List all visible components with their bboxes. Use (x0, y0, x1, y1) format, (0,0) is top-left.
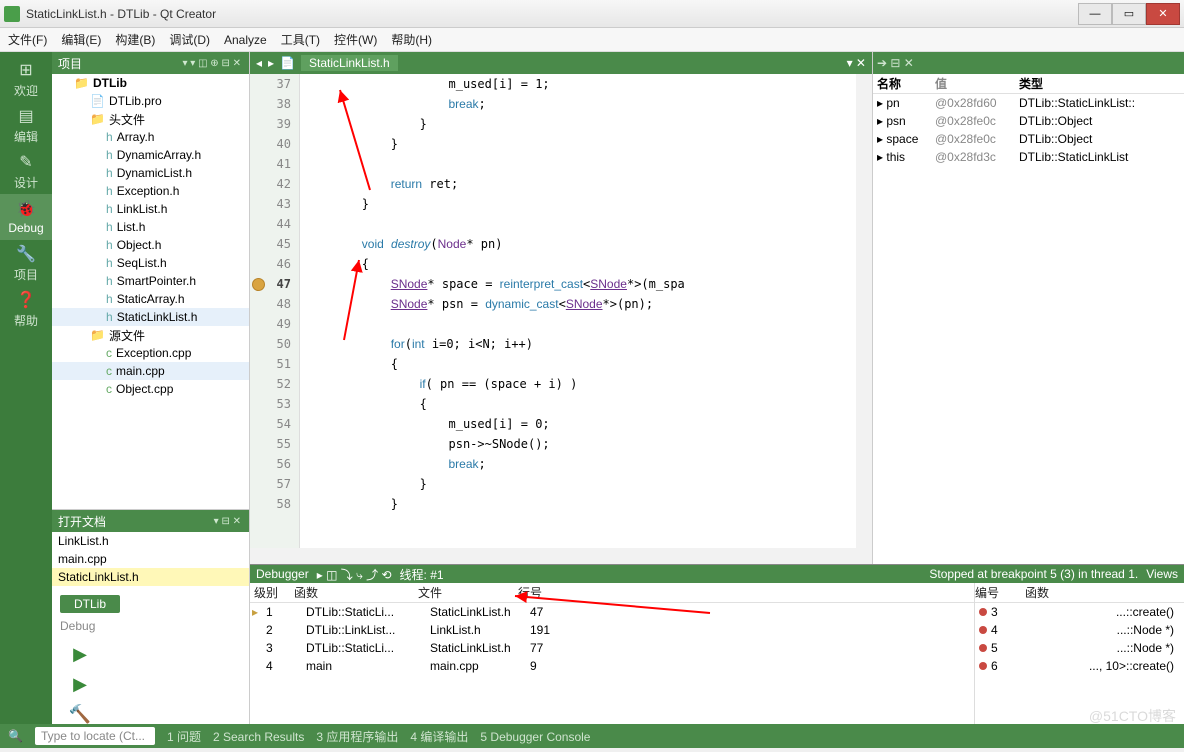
local-var[interactable]: ▸ pn@0x28fd60DTLib::StaticLinkList:: (873, 94, 1184, 112)
menu-item[interactable]: 文件(F) (8, 31, 47, 48)
rail-项目[interactable]: 🔧项目 (0, 240, 52, 286)
views-label[interactable]: Views (1146, 567, 1178, 581)
stack-frame[interactable]: 3DTLib::StaticLi...StaticLinkList.h77 (262, 639, 974, 657)
rail-设计[interactable]: ✎设计 (0, 148, 52, 194)
debug-controls-icon[interactable]: ▸ ◫ ⤵ ⤷ ⤴ ⟲ (317, 566, 392, 583)
debug-status: Stopped at breakpoint 5 (3) in thread 1. (929, 567, 1138, 581)
tree-item[interactable]: hStaticArray.h (52, 290, 249, 308)
openfiles-label: 打开文档 (58, 513, 106, 530)
stack-frame[interactable]: 4mainmain.cpp9 (262, 657, 974, 675)
openfile-item[interactable]: main.cpp (52, 550, 249, 568)
menu-item[interactable]: 控件(W) (334, 31, 377, 48)
tree-item[interactable]: cmain.cpp (52, 362, 249, 380)
status-tab[interactable]: 5 Debugger Console (480, 730, 590, 744)
project-selector[interactable]: DTLib (52, 592, 249, 616)
editor-area: ◂ ▸ 📄 StaticLinkList.h ▾ ✕ 3738394041424… (250, 52, 1184, 724)
locals-panel[interactable]: ➔ ⊟ ✕ 名称 值 类型 ▸ pn@0x28fd60DTLib::Static… (872, 52, 1184, 564)
split-icon[interactable]: ▾ ✕ (847, 56, 866, 70)
editor-filename[interactable]: StaticLinkList.h (301, 55, 398, 71)
stack-frame[interactable]: 2DTLib::LinkList...LinkList.h191 (262, 621, 974, 639)
tree-item[interactable]: 📁头文件 (52, 110, 249, 128)
editor-tab-bar[interactable]: ◂ ▸ 📄 StaticLinkList.h ▾ ✕ (250, 52, 872, 74)
status-tab[interactable]: 4 编译输出 (410, 730, 468, 744)
tree-item[interactable]: hStaticLinkList.h (52, 308, 249, 326)
locals-toolbar[interactable]: ➔ ⊟ ✕ (873, 52, 1184, 74)
openfiles-header: 打开文档 ▾ ⊟ ✕ (52, 510, 249, 532)
debugger-panel: Debugger ▸ ◫ ⤵ ⤷ ⤴ ⟲ 线程: #1 Stopped at b… (250, 564, 1184, 724)
project-label: 项目 (58, 55, 82, 72)
tree-item[interactable]: hList.h (52, 218, 249, 236)
tree-item[interactable]: hException.h (52, 182, 249, 200)
sidebar: 项目 ▾ ▾ ◫ ⊕ ⊟ ✕ 📁DTLib📄DTLib.pro📁头文件hArra… (52, 52, 250, 724)
filter-icon[interactable]: ▾ ▾ ◫ ⊕ ⊟ ✕ (182, 58, 241, 69)
tree-item[interactable]: cObject.cpp (52, 380, 249, 398)
tree-item[interactable]: hSmartPointer.h (52, 272, 249, 290)
tree-item[interactable]: cException.cpp (52, 344, 249, 362)
stack-frame[interactable]: 1DTLib::StaticLi...StaticLinkList.h47 (262, 603, 974, 621)
menu-item[interactable]: Analyze (224, 33, 267, 47)
rail-欢迎[interactable]: ⊞欢迎 (0, 56, 52, 102)
locals-header: 名称 值 类型 (873, 74, 1184, 94)
openfile-item[interactable]: StaticLinkList.h (52, 568, 249, 586)
rail-Debug[interactable]: 🐞Debug (0, 194, 52, 240)
close-button[interactable]: ✕ (1146, 3, 1180, 25)
app-icon (4, 6, 20, 22)
tree-item[interactable]: 📁源文件 (52, 326, 249, 344)
tree-item[interactable]: 📄DTLib.pro (52, 92, 249, 110)
project-panel-header: 项目 ▾ ▾ ◫ ⊕ ⊟ ✕ (52, 52, 249, 74)
local-var[interactable]: ▸ space@0x28fe0cDTLib::Object (873, 130, 1184, 148)
nav-fwd-icon[interactable]: ▸ (268, 56, 274, 70)
rail-编辑[interactable]: ▤编辑 (0, 102, 52, 148)
tree-item[interactable]: hLinkList.h (52, 200, 249, 218)
status-tab[interactable]: 3 应用程序输出 (316, 730, 398, 744)
debugger-label: Debugger (256, 567, 309, 581)
breakpoint-item[interactable]: 6..., 10>::create() (975, 657, 1184, 675)
mode-rail: ⊞欢迎▤编辑✎设计🐞Debug🔧项目❓帮助 (0, 52, 52, 724)
status-tab[interactable]: 2 Search Results (213, 730, 304, 744)
menu-item[interactable]: 编辑(E) (61, 31, 101, 48)
tree-item[interactable]: hObject.h (52, 236, 249, 254)
menu-item[interactable]: 工具(T) (281, 31, 320, 48)
breakpoint-item[interactable]: 3...::create() (975, 603, 1184, 621)
local-var[interactable]: ▸ this@0x28fd3cDTLib::StaticLinkList (873, 148, 1184, 166)
scrollbar-horizontal[interactable] (250, 548, 872, 564)
project-tree[interactable]: 📁DTLib📄DTLib.pro📁头文件hArray.hhDynamicArra… (52, 74, 249, 509)
call-stack[interactable]: 级别 函数 文件 行号 1DTLib::StaticLi...StaticLin… (250, 583, 974, 724)
tree-item[interactable]: hArray.h (52, 128, 249, 146)
statusbar: 🔍 Type to locate (Ct... 1 问题 2 Search Res… (0, 724, 1184, 748)
file-icon: 📄 (280, 56, 295, 70)
locate-input[interactable]: Type to locate (Ct... (35, 727, 155, 745)
tree-item[interactable]: hDynamicArray.h (52, 146, 249, 164)
titlebar: StaticLinkList.h - DTLib - Qt Creator — … (0, 0, 1184, 28)
locate-icon[interactable]: 🔍 (8, 729, 23, 743)
window-title: StaticLinkList.h - DTLib - Qt Creator (26, 7, 1078, 21)
status-tab[interactable]: 1 问题 (167, 730, 201, 744)
nav-back-icon[interactable]: ◂ (256, 56, 262, 70)
openfile-item[interactable]: LinkList.h (52, 532, 249, 550)
thread-label: 线程: #1 (400, 566, 444, 583)
build-mode[interactable]: Debug (52, 616, 249, 636)
debugger-toolbar[interactable]: Debugger ▸ ◫ ⤵ ⤷ ⤴ ⟲ 线程: #1 Stopped at b… (250, 565, 1184, 583)
menu-item[interactable]: 构建(B) (115, 31, 155, 48)
run-button-1[interactable]: ▶ (70, 674, 90, 694)
tree-item[interactable]: 📁DTLib (52, 74, 249, 92)
local-var[interactable]: ▸ psn@0x28fe0cDTLib::Object (873, 112, 1184, 130)
menu-item[interactable]: 调试(D) (169, 31, 210, 48)
code-editor[interactable]: 3738394041424344454647484950515253545556… (250, 74, 872, 548)
maximize-button[interactable]: ▭ (1112, 3, 1146, 25)
breakpoints-panel[interactable]: 编号 函数 3...::create()4...::Node *)5...::N… (974, 583, 1184, 724)
menu-item[interactable]: 帮助(H) (391, 31, 432, 48)
breakpoint-item[interactable]: 5...::Node *) (975, 639, 1184, 657)
rail-帮助[interactable]: ❓帮助 (0, 286, 52, 332)
run-button-0[interactable]: ▶ (70, 644, 90, 664)
minimize-button[interactable]: — (1078, 3, 1112, 25)
openfiles-list[interactable]: LinkList.hmain.cppStaticLinkList.h (52, 532, 249, 592)
tree-item[interactable]: hSeqList.h (52, 254, 249, 272)
openfiles-icons[interactable]: ▾ ⊟ ✕ (214, 516, 241, 527)
run-button-2[interactable]: 🔨 (70, 704, 90, 724)
scrollbar-vertical[interactable] (856, 74, 872, 548)
menubar: 文件(F) 编辑(E) 构建(B) 调试(D) Analyze 工具(T) 控件(W) 帮助(… (0, 28, 1184, 52)
tree-item[interactable]: hDynamicList.h (52, 164, 249, 182)
breakpoint-item[interactable]: 4...::Node *) (975, 621, 1184, 639)
